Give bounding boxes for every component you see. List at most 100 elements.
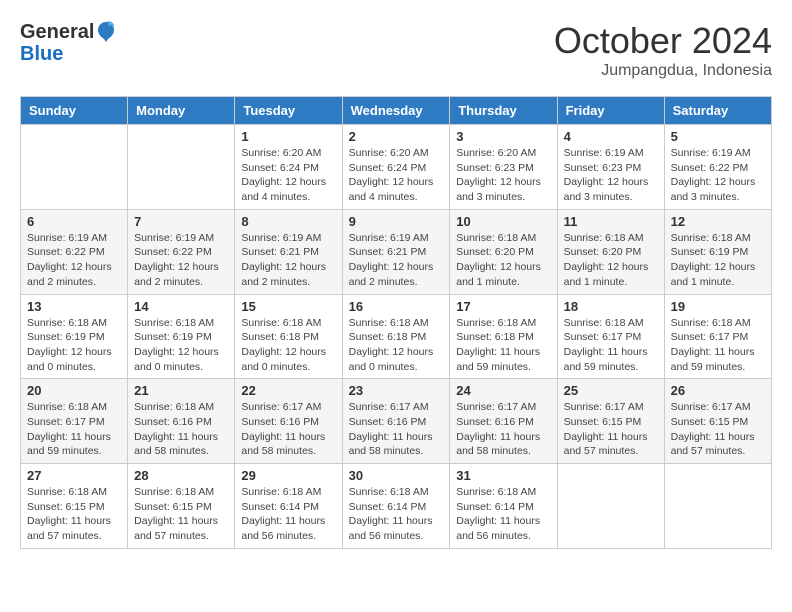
day-cell: 15 Sunrise: 6:18 AM Sunset: 6:18 PM Dayli…: [235, 294, 342, 379]
day-detail: Sunrise: 6:18 AM Sunset: 6:17 PM Dayligh…: [564, 316, 658, 375]
day-number: 7: [134, 214, 228, 229]
day-detail: Sunrise: 6:20 AM Sunset: 6:24 PM Dayligh…: [349, 146, 444, 205]
day-detail: Sunrise: 6:18 AM Sunset: 6:19 PM Dayligh…: [134, 316, 228, 375]
day-cell: 9 Sunrise: 6:19 AM Sunset: 6:21 PM Daylig…: [342, 209, 450, 294]
header-day-wednesday: Wednesday: [342, 97, 450, 125]
day-cell: 29 Sunrise: 6:18 AM Sunset: 6:14 PM Dayli…: [235, 464, 342, 549]
day-number: 12: [671, 214, 765, 229]
day-number: 6: [27, 214, 121, 229]
day-cell: 13 Sunrise: 6:18 AM Sunset: 6:19 PM Dayli…: [21, 294, 128, 379]
day-number: 27: [27, 468, 121, 483]
day-detail: Sunrise: 6:17 AM Sunset: 6:16 PM Dayligh…: [456, 400, 550, 459]
day-number: 25: [564, 383, 658, 398]
logo-general: General: [20, 22, 94, 42]
day-detail: Sunrise: 6:20 AM Sunset: 6:24 PM Dayligh…: [241, 146, 335, 205]
day-number: 26: [671, 383, 765, 398]
header-row: SundayMondayTuesdayWednesdayThursdayFrid…: [21, 97, 772, 125]
day-detail: Sunrise: 6:19 AM Sunset: 6:22 PM Dayligh…: [134, 231, 228, 290]
logo-blue: Blue: [20, 43, 63, 65]
day-cell: 21Sunrise: 6:18 AM Sunset: 6:16 PM Dayli…: [128, 379, 235, 464]
day-detail: Sunrise: 6:20 AM Sunset: 6:23 PM Dayligh…: [456, 146, 550, 205]
day-number: 24: [456, 383, 550, 398]
day-number: 4: [564, 129, 658, 144]
day-cell: 1Sunrise: 6:20 AM Sunset: 6:24 PM Daylig…: [235, 125, 342, 210]
week-row-1: 6 Sunrise: 6:19 AM Sunset: 6:22 PM Daylig…: [21, 209, 772, 294]
calendar-header: SundayMondayTuesdayWednesdayThursdayFrid…: [21, 97, 772, 125]
day-detail: Sunrise: 6:18 AM Sunset: 6:17 PM Dayligh…: [27, 400, 121, 459]
day-number: 2: [349, 129, 444, 144]
day-detail: Sunrise: 6:18 AM Sunset: 6:14 PM Dayligh…: [241, 485, 335, 544]
day-number: 18: [564, 299, 658, 314]
day-detail: Sunrise: 6:18 AM Sunset: 6:20 PM Dayligh…: [456, 231, 550, 290]
logo-bird-icon: [96, 20, 116, 44]
day-number: 15: [241, 299, 335, 314]
week-row-2: 13 Sunrise: 6:18 AM Sunset: 6:19 PM Dayli…: [21, 294, 772, 379]
day-cell: 28Sunrise: 6:18 AM Sunset: 6:15 PM Dayli…: [128, 464, 235, 549]
day-cell: 3 Sunrise: 6:20 AM Sunset: 6:23 PM Daylig…: [450, 125, 557, 210]
day-detail: Sunrise: 6:18 AM Sunset: 6:20 PM Dayligh…: [564, 231, 658, 290]
day-detail: Sunrise: 6:18 AM Sunset: 6:19 PM Dayligh…: [27, 316, 121, 375]
day-detail: Sunrise: 6:17 AM Sunset: 6:16 PM Dayligh…: [241, 400, 335, 459]
header-day-sunday: Sunday: [21, 97, 128, 125]
day-cell: 23Sunrise: 6:17 AM Sunset: 6:16 PM Dayli…: [342, 379, 450, 464]
header: General Blue October 2024 Jumpangdua, In…: [20, 20, 772, 80]
day-number: 11: [564, 214, 658, 229]
day-detail: Sunrise: 6:18 AM Sunset: 6:15 PM Dayligh…: [27, 485, 121, 544]
day-number: 16: [349, 299, 444, 314]
day-cell: 22 Sunrise: 6:17 AM Sunset: 6:16 PM Dayli…: [235, 379, 342, 464]
day-detail: Sunrise: 6:18 AM Sunset: 6:18 PM Dayligh…: [349, 316, 444, 375]
day-cell: 7 Sunrise: 6:19 AM Sunset: 6:22 PM Daylig…: [128, 209, 235, 294]
day-detail: Sunrise: 6:18 AM Sunset: 6:17 PM Dayligh…: [671, 316, 765, 375]
month-title: October 2024: [554, 20, 772, 62]
day-number: 10: [456, 214, 550, 229]
day-number: 9: [349, 214, 444, 229]
day-detail: Sunrise: 6:18 AM Sunset: 6:18 PM Dayligh…: [241, 316, 335, 375]
header-day-friday: Friday: [557, 97, 664, 125]
day-detail: Sunrise: 6:19 AM Sunset: 6:22 PM Dayligh…: [27, 231, 121, 290]
day-number: 31: [456, 468, 550, 483]
day-number: 20: [27, 383, 121, 398]
day-cell: 16 Sunrise: 6:18 AM Sunset: 6:18 PM Dayli…: [342, 294, 450, 379]
day-number: 21: [134, 383, 228, 398]
day-detail: Sunrise: 6:19 AM Sunset: 6:21 PM Dayligh…: [349, 231, 444, 290]
logo: General Blue: [20, 20, 116, 65]
day-detail: Sunrise: 6:18 AM Sunset: 6:19 PM Dayligh…: [671, 231, 765, 290]
day-cell: 19 Sunrise: 6:18 AM Sunset: 6:17 PM Dayli…: [664, 294, 771, 379]
day-cell: 25 Sunrise: 6:17 AM Sunset: 6:15 PM Dayli…: [557, 379, 664, 464]
day-number: 13: [27, 299, 121, 314]
calendar-table: SundayMondayTuesdayWednesdayThursdayFrid…: [20, 96, 772, 549]
day-cell: 17 Sunrise: 6:18 AM Sunset: 6:18 PM Dayli…: [450, 294, 557, 379]
day-cell: 30Sunrise: 6:18 AM Sunset: 6:14 PM Dayli…: [342, 464, 450, 549]
header-day-thursday: Thursday: [450, 97, 557, 125]
week-row-3: 20 Sunrise: 6:18 AM Sunset: 6:17 PM Dayli…: [21, 379, 772, 464]
day-number: 19: [671, 299, 765, 314]
day-number: 23: [349, 383, 444, 398]
day-number: 28: [134, 468, 228, 483]
day-number: 22: [241, 383, 335, 398]
day-cell: 2 Sunrise: 6:20 AM Sunset: 6:24 PM Daylig…: [342, 125, 450, 210]
day-cell: 12 Sunrise: 6:18 AM Sunset: 6:19 PM Dayli…: [664, 209, 771, 294]
day-detail: Sunrise: 6:17 AM Sunset: 6:15 PM Dayligh…: [564, 400, 658, 459]
week-row-0: 1Sunrise: 6:20 AM Sunset: 6:24 PM Daylig…: [21, 125, 772, 210]
day-number: 17: [456, 299, 550, 314]
day-detail: Sunrise: 6:19 AM Sunset: 6:22 PM Dayligh…: [671, 146, 765, 205]
week-row-4: 27 Sunrise: 6:18 AM Sunset: 6:15 PM Dayli…: [21, 464, 772, 549]
day-cell: 27 Sunrise: 6:18 AM Sunset: 6:15 PM Dayli…: [21, 464, 128, 549]
header-day-tuesday: Tuesday: [235, 97, 342, 125]
day-cell: [128, 125, 235, 210]
header-day-monday: Monday: [128, 97, 235, 125]
day-cell: 14Sunrise: 6:18 AM Sunset: 6:19 PM Dayli…: [128, 294, 235, 379]
day-detail: Sunrise: 6:17 AM Sunset: 6:15 PM Dayligh…: [671, 400, 765, 459]
day-number: 8: [241, 214, 335, 229]
day-cell: 4Sunrise: 6:19 AM Sunset: 6:23 PM Daylig…: [557, 125, 664, 210]
day-number: 29: [241, 468, 335, 483]
day-detail: Sunrise: 6:19 AM Sunset: 6:21 PM Dayligh…: [241, 231, 335, 290]
day-cell: 18 Sunrise: 6:18 AM Sunset: 6:17 PM Dayli…: [557, 294, 664, 379]
header-day-saturday: Saturday: [664, 97, 771, 125]
day-detail: Sunrise: 6:18 AM Sunset: 6:18 PM Dayligh…: [456, 316, 550, 375]
day-cell: 24 Sunrise: 6:17 AM Sunset: 6:16 PM Dayli…: [450, 379, 557, 464]
day-cell: 31Sunrise: 6:18 AM Sunset: 6:14 PM Dayli…: [450, 464, 557, 549]
location-title: Jumpangdua, Indonesia: [554, 62, 772, 80]
day-cell: 26 Sunrise: 6:17 AM Sunset: 6:15 PM Dayli…: [664, 379, 771, 464]
day-number: 3: [456, 129, 550, 144]
